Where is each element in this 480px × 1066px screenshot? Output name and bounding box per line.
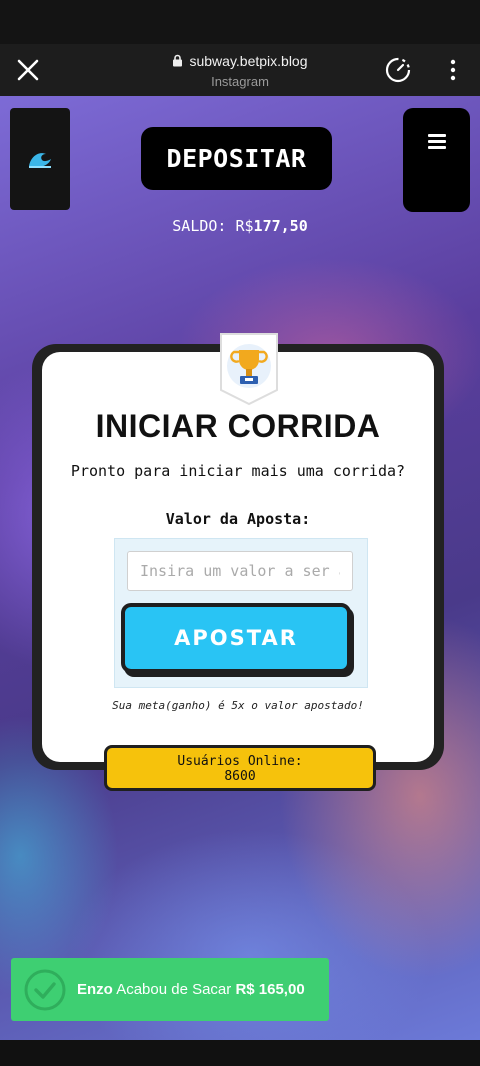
hamburger-menu-icon [428,134,446,152]
balance-display: SALDO: R$177,50 [0,217,480,235]
menu-button[interactable] [403,108,470,212]
goal-note: Sua meta(ganho) é 5x o valor apostado! [112,699,364,712]
more-vert-icon[interactable] [444,57,462,83]
status-bar [0,0,480,44]
notification-action: Acabou de Sacar [116,981,232,998]
site-logo[interactable] [10,108,70,210]
game-background: DEPOSITAR SALDO: R$177,50 INICIAR CORRID… [0,96,480,1040]
balance-label: SALDO: [172,217,227,235]
check-circle-icon [24,969,66,1010]
deposit-button[interactable]: DEPOSITAR [141,127,332,190]
notification-amount: R$ 165,00 [235,981,305,998]
bet-button[interactable]: APOSTAR [121,603,351,673]
timer-icon[interactable] [384,56,412,84]
online-users-count: 8600 [224,769,256,784]
card-subtitle: Pronto para iniciar mais uma corrida? [70,462,406,480]
race-card-frame: INICIAR CORRIDA Pronto para iniciar mais… [32,333,444,770]
withdraw-notification: Enzo Acabou de Sacar R$ 165,00 [11,958,329,1021]
url-domain: subway.betpix.blog [189,52,308,69]
race-card: INICIAR CORRIDA Pronto para iniciar mais… [42,333,434,762]
page-title: INICIAR CORRIDA [95,408,381,444]
trophy-icon [220,333,278,406]
balance-value: 177,50 [253,217,308,235]
bet-amount-input[interactable] [127,551,353,591]
balance-currency: R$ [235,217,254,235]
online-users-badge: Usuários Online: 8600 [104,745,376,791]
bet-panel: APOSTAR [114,538,368,688]
navigation-bar [0,1040,480,1066]
browser-toolbar: subway.betpix.blog Instagram [0,44,480,96]
bet-amount-label: Valor da Aposta: [165,510,311,528]
online-users-label: Usuários Online: [177,754,303,769]
wave-logo-icon [29,153,51,168]
notification-text: Enzo Acabou de Sacar R$ 165,00 [77,981,305,998]
notification-name: Enzo [77,981,113,998]
lock-icon [173,54,183,67]
